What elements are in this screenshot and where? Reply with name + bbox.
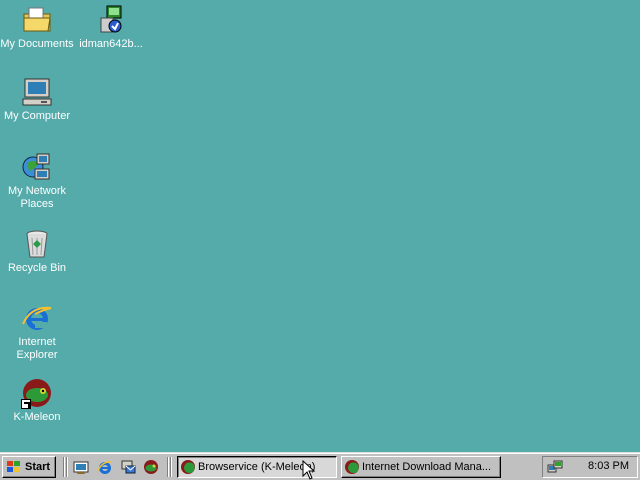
taskbar: Start Browservice (K-Meleon) Internet Do…: [0, 452, 640, 480]
desktop-icon-my-computer[interactable]: My Computer: [0, 76, 74, 123]
start-button[interactable]: Start: [2, 456, 56, 478]
show-desktop-icon[interactable]: [73, 459, 89, 475]
mouse-cursor-icon: [302, 460, 316, 480]
network-tray-icon[interactable]: [547, 459, 563, 475]
desktop-icon-my-documents[interactable]: My Documents: [0, 4, 74, 51]
start-label: Start: [25, 461, 51, 473]
desktop-icon-internet-explorer[interactable]: Internet Explorer: [0, 302, 74, 362]
desktop-icon-label: Recycle Bin: [7, 262, 67, 274]
shortcut-arrow-icon: [21, 399, 31, 409]
internet-explorer-icon[interactable]: [97, 459, 113, 475]
task-label: Browservice (K-Meleon): [198, 461, 316, 473]
clock[interactable]: 8:03 PM: [588, 460, 629, 472]
computer-icon: [21, 76, 53, 108]
taskbar-separator: [63, 457, 65, 477]
recycle-bin-icon: [21, 228, 53, 260]
taskbar-separator: [66, 457, 68, 477]
desktop-icon-label: My Network Places: [7, 185, 67, 210]
outlook-express-icon[interactable]: [120, 459, 136, 475]
k-meleon-icon: [181, 460, 195, 474]
k-meleon-icon: [345, 460, 359, 474]
desktop-icon-label: K-Meleon: [13, 411, 61, 423]
k-meleon-icon: [21, 377, 53, 409]
internet-explorer-icon: [21, 302, 53, 334]
system-tray: 8:03 PM: [542, 456, 638, 478]
desktop-icon-label: My Computer: [3, 110, 71, 122]
task-button-internet-download-manager[interactable]: Internet Download Mana...: [341, 456, 501, 478]
k-meleon-icon[interactable]: [143, 459, 159, 475]
windows-logo-icon: [7, 461, 20, 472]
desktop-icon-idman-installer[interactable]: idman642b...: [74, 4, 148, 51]
folder-icon: [21, 4, 53, 36]
taskbar-separator: [167, 457, 169, 477]
desktop-icon-label: idman642b...: [79, 38, 143, 50]
desktop-icon-recycle-bin[interactable]: Recycle Bin: [0, 228, 74, 275]
installer-icon: [95, 4, 127, 36]
taskbar-separator: [170, 457, 172, 477]
desktop-icon-label: My Documents: [0, 38, 74, 50]
desktop-icon-my-network-places[interactable]: My Network Places: [0, 151, 74, 211]
network-icon: [21, 151, 53, 183]
desktop-icon-k-meleon[interactable]: K-Meleon: [0, 377, 74, 424]
desktop-icon-label: Internet Explorer: [16, 336, 58, 361]
task-label: Internet Download Mana...: [362, 461, 492, 473]
